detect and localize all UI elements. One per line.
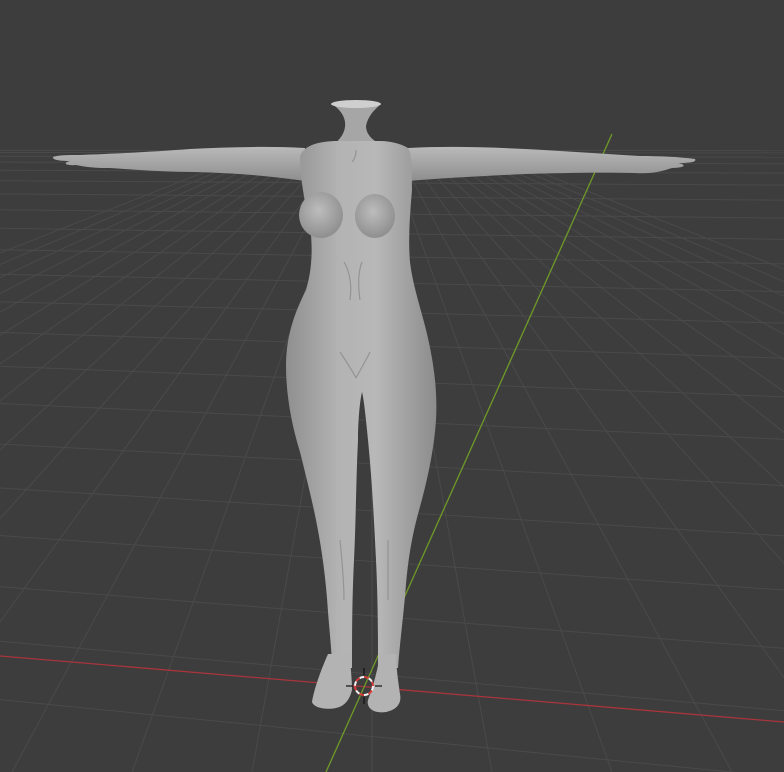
right-arm [408, 146, 696, 181]
grid-line [419, 149, 784, 488]
grid-line [427, 149, 784, 434]
grid-line [451, 149, 784, 335]
grid-line [0, 149, 261, 254]
grid-line [395, 149, 733, 772]
body-mesh[interactable] [52, 100, 696, 713]
3d-viewport[interactable] [0, 0, 784, 772]
grid-line [0, 149, 301, 336]
grid-line [0, 149, 277, 279]
grid-line [475, 149, 784, 283]
viewport-canvas[interactable] [0, 0, 784, 772]
grid-line [11, 149, 349, 772]
neck-cut [331, 100, 381, 108]
grid-line [411, 149, 784, 564]
left-foot [312, 654, 352, 709]
grid-line [459, 149, 784, 315]
left-breast [299, 192, 343, 238]
grid-line [467, 149, 784, 297]
grid-line [0, 149, 341, 623]
grid-line [403, 149, 784, 679]
grid-line [0, 699, 736, 772]
grid-line [0, 149, 269, 266]
grid-line [435, 149, 784, 393]
grid-line [443, 149, 784, 361]
grid-line [483, 149, 784, 270]
right-breast [355, 194, 395, 238]
grid-line [0, 149, 309, 365]
grid-line [0, 149, 285, 294]
